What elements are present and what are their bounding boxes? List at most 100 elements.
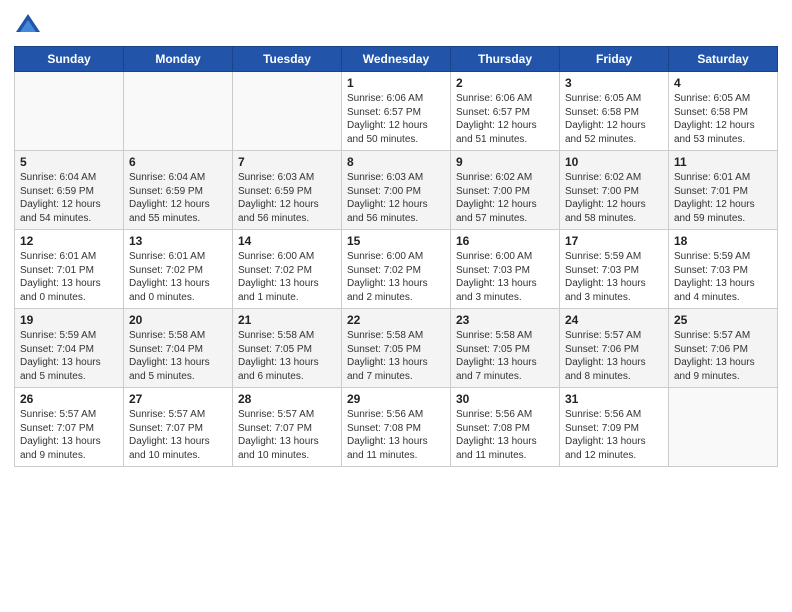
day-number: 22 bbox=[347, 313, 445, 327]
day-info: Sunrise: 5:56 AMSunset: 7:09 PMDaylight:… bbox=[565, 408, 663, 462]
weekday-header-wednesday: Wednesday bbox=[342, 47, 451, 72]
day-info: Sunrise: 5:57 AMSunset: 7:06 PMDaylight:… bbox=[674, 329, 772, 383]
calendar-cell: 19Sunrise: 5:59 AMSunset: 7:04 PMDayligh… bbox=[15, 309, 124, 388]
calendar-cell bbox=[124, 72, 233, 151]
week-row-3: 12 Sunrise: 6:01 AMSunset: 7:01 PMDayligh… bbox=[15, 230, 778, 309]
day-info: Sunrise: 6:01 AMSunset: 7:01 PMDaylight:… bbox=[20, 250, 118, 304]
day-number: 16 bbox=[456, 234, 554, 248]
weekday-header-friday: Friday bbox=[560, 47, 669, 72]
day-info: Sunrise: 5:57 AMSunset: 7:07 PMDaylight:… bbox=[129, 408, 227, 462]
day-info: Sunrise: 5:58 AMSunset: 7:05 PMDaylight:… bbox=[456, 329, 554, 383]
day-number: 13 bbox=[129, 234, 227, 248]
calendar-cell bbox=[233, 72, 342, 151]
calendar-cell: 11 Sunrise: 6:01 AMSunset: 7:01 PMDayligh… bbox=[669, 151, 778, 230]
calendar-cell: 21 Sunrise: 5:58 AMSunset: 7:05 PMDayligh… bbox=[233, 309, 342, 388]
day-number: 25 bbox=[674, 313, 772, 327]
page: SundayMondayTuesdayWednesdayThursdayFrid… bbox=[0, 0, 792, 612]
day-number: 2 bbox=[456, 76, 554, 90]
calendar-cell: 28Sunrise: 5:57 AMSunset: 7:07 PMDayligh… bbox=[233, 388, 342, 467]
calendar-cell: 17 Sunrise: 5:59 AMSunset: 7:03 PMDayligh… bbox=[560, 230, 669, 309]
day-number: 14 bbox=[238, 234, 336, 248]
day-number: 26 bbox=[20, 392, 118, 406]
day-number: 30 bbox=[456, 392, 554, 406]
day-info: Sunrise: 5:59 AMSunset: 7:03 PMDaylight:… bbox=[565, 250, 663, 304]
day-info: Sunrise: 6:03 AMSunset: 7:00 PMDaylight:… bbox=[347, 171, 445, 225]
calendar-cell: 2 Sunrise: 6:06 AMSunset: 6:57 PMDaylight… bbox=[451, 72, 560, 151]
calendar-cell: 14Sunrise: 6:00 AMSunset: 7:02 PMDayligh… bbox=[233, 230, 342, 309]
week-row-4: 19Sunrise: 5:59 AMSunset: 7:04 PMDayligh… bbox=[15, 309, 778, 388]
logo bbox=[14, 10, 46, 38]
day-number: 4 bbox=[674, 76, 772, 90]
day-info: Sunrise: 6:01 AMSunset: 7:02 PMDaylight:… bbox=[129, 250, 227, 304]
day-number: 6 bbox=[129, 155, 227, 169]
calendar-cell: 6 Sunrise: 6:04 AMSunset: 6:59 PMDaylight… bbox=[124, 151, 233, 230]
calendar-cell: 12 Sunrise: 6:01 AMSunset: 7:01 PMDayligh… bbox=[15, 230, 124, 309]
calendar-cell: 29Sunrise: 5:56 AMSunset: 7:08 PMDayligh… bbox=[342, 388, 451, 467]
week-row-2: 5 Sunrise: 6:04 AMSunset: 6:59 PMDaylight… bbox=[15, 151, 778, 230]
day-number: 28 bbox=[238, 392, 336, 406]
day-info: Sunrise: 6:04 AMSunset: 6:59 PMDaylight:… bbox=[20, 171, 118, 225]
day-number: 5 bbox=[20, 155, 118, 169]
calendar-cell: 31Sunrise: 5:56 AMSunset: 7:09 PMDayligh… bbox=[560, 388, 669, 467]
weekday-header-sunday: Sunday bbox=[15, 47, 124, 72]
day-info: Sunrise: 6:01 AMSunset: 7:01 PMDaylight:… bbox=[674, 171, 772, 225]
day-number: 18 bbox=[674, 234, 772, 248]
calendar-cell: 25 Sunrise: 5:57 AMSunset: 7:06 PMDayligh… bbox=[669, 309, 778, 388]
day-info: Sunrise: 5:56 AMSunset: 7:08 PMDaylight:… bbox=[347, 408, 445, 462]
calendar-cell: 1 Sunrise: 6:06 AMSunset: 6:57 PMDaylight… bbox=[342, 72, 451, 151]
day-number: 11 bbox=[674, 155, 772, 169]
day-number: 23 bbox=[456, 313, 554, 327]
calendar-cell: 16 Sunrise: 6:00 AMSunset: 7:03 PMDayligh… bbox=[451, 230, 560, 309]
day-info: Sunrise: 5:58 AMSunset: 7:05 PMDaylight:… bbox=[238, 329, 336, 383]
day-info: Sunrise: 6:05 AMSunset: 6:58 PMDaylight:… bbox=[674, 92, 772, 146]
day-info: Sunrise: 6:02 AMSunset: 7:00 PMDaylight:… bbox=[565, 171, 663, 225]
day-number: 20 bbox=[129, 313, 227, 327]
day-number: 8 bbox=[347, 155, 445, 169]
day-info: Sunrise: 6:04 AMSunset: 6:59 PMDaylight:… bbox=[129, 171, 227, 225]
day-info: Sunrise: 5:56 AMSunset: 7:08 PMDaylight:… bbox=[456, 408, 554, 462]
day-info: Sunrise: 6:06 AMSunset: 6:57 PMDaylight:… bbox=[347, 92, 445, 146]
day-info: Sunrise: 6:00 AMSunset: 7:02 PMDaylight:… bbox=[347, 250, 445, 304]
week-row-5: 26 Sunrise: 5:57 AMSunset: 7:07 PMDayligh… bbox=[15, 388, 778, 467]
day-info: Sunrise: 6:05 AMSunset: 6:58 PMDaylight:… bbox=[565, 92, 663, 146]
day-number: 24 bbox=[565, 313, 663, 327]
weekday-header-monday: Monday bbox=[124, 47, 233, 72]
day-number: 10 bbox=[565, 155, 663, 169]
weekday-header-saturday: Saturday bbox=[669, 47, 778, 72]
day-info: Sunrise: 6:02 AMSunset: 7:00 PMDaylight:… bbox=[456, 171, 554, 225]
day-number: 17 bbox=[565, 234, 663, 248]
calendar-cell bbox=[669, 388, 778, 467]
week-row-1: 1 Sunrise: 6:06 AMSunset: 6:57 PMDaylight… bbox=[15, 72, 778, 151]
calendar-cell: 18Sunrise: 5:59 AMSunset: 7:03 PMDayligh… bbox=[669, 230, 778, 309]
calendar-cell: 8 Sunrise: 6:03 AMSunset: 7:00 PMDaylight… bbox=[342, 151, 451, 230]
calendar-cell: 4 Sunrise: 6:05 AMSunset: 6:58 PMDaylight… bbox=[669, 72, 778, 151]
day-number: 27 bbox=[129, 392, 227, 406]
day-info: Sunrise: 5:59 AMSunset: 7:04 PMDaylight:… bbox=[20, 329, 118, 383]
day-info: Sunrise: 5:58 AMSunset: 7:05 PMDaylight:… bbox=[347, 329, 445, 383]
day-number: 7 bbox=[238, 155, 336, 169]
calendar-cell: 24 Sunrise: 5:57 AMSunset: 7:06 PMDayligh… bbox=[560, 309, 669, 388]
calendar-table: SundayMondayTuesdayWednesdayThursdayFrid… bbox=[14, 46, 778, 467]
day-number: 15 bbox=[347, 234, 445, 248]
calendar-cell: 5 Sunrise: 6:04 AMSunset: 6:59 PMDaylight… bbox=[15, 151, 124, 230]
day-info: Sunrise: 5:57 AMSunset: 7:06 PMDaylight:… bbox=[565, 329, 663, 383]
day-number: 1 bbox=[347, 76, 445, 90]
header bbox=[14, 10, 778, 38]
calendar-cell: 22 Sunrise: 5:58 AMSunset: 7:05 PMDayligh… bbox=[342, 309, 451, 388]
day-info: Sunrise: 6:06 AMSunset: 6:57 PMDaylight:… bbox=[456, 92, 554, 146]
weekday-header-thursday: Thursday bbox=[451, 47, 560, 72]
day-info: Sunrise: 5:58 AMSunset: 7:04 PMDaylight:… bbox=[129, 329, 227, 383]
calendar-cell bbox=[15, 72, 124, 151]
calendar-cell: 3 Sunrise: 6:05 AMSunset: 6:58 PMDaylight… bbox=[560, 72, 669, 151]
calendar-cell: 20 Sunrise: 5:58 AMSunset: 7:04 PMDayligh… bbox=[124, 309, 233, 388]
calendar-cell: 10 Sunrise: 6:02 AMSunset: 7:00 PMDayligh… bbox=[560, 151, 669, 230]
day-number: 21 bbox=[238, 313, 336, 327]
day-number: 3 bbox=[565, 76, 663, 90]
day-info: Sunrise: 6:03 AMSunset: 6:59 PMDaylight:… bbox=[238, 171, 336, 225]
logo-icon bbox=[14, 10, 42, 38]
weekday-header-row: SundayMondayTuesdayWednesdayThursdayFrid… bbox=[15, 47, 778, 72]
calendar-cell: 23 Sunrise: 5:58 AMSunset: 7:05 PMDayligh… bbox=[451, 309, 560, 388]
day-info: Sunrise: 6:00 AMSunset: 7:03 PMDaylight:… bbox=[456, 250, 554, 304]
day-number: 12 bbox=[20, 234, 118, 248]
calendar-cell: 26Sunrise: 5:57 AMSunset: 7:07 PMDayligh… bbox=[15, 388, 124, 467]
